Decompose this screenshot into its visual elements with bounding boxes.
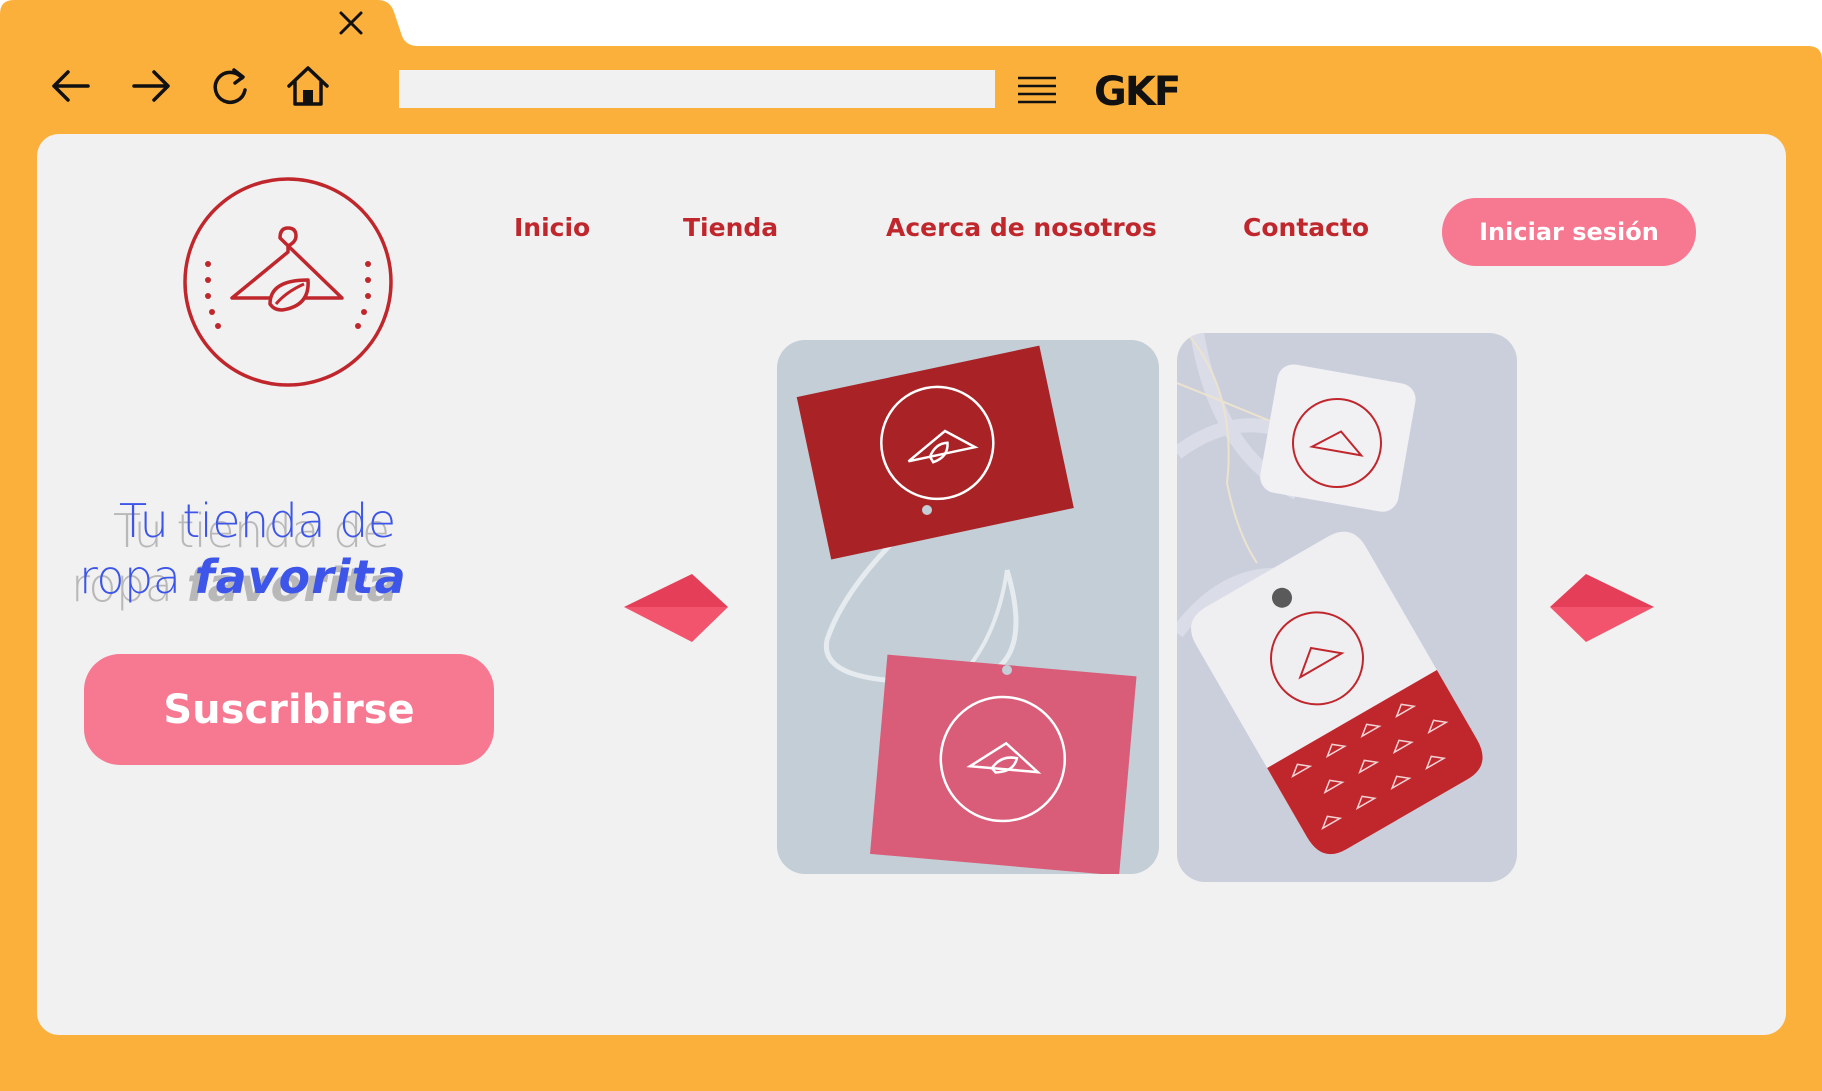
headline-emphasis: favorita [194,550,407,604]
hang-tags-white-pattern-photo[interactable] [1177,333,1517,882]
headline-line-1: Tu tienda de Tu tienda de [113,494,396,558]
nav-item-contacto[interactable]: Contacto [1243,210,1369,246]
arrow-right-icon[interactable] [1550,574,1656,648]
page-viewport: Inicio Tienda Acerca de nosotros Contact… [37,134,1786,1035]
browser-window: GKF Inicio Tienda Acerca de nosotros Con… [0,0,1822,1091]
hero-headline: Tu tienda de Tu tienda de ropa favorita … [71,494,517,612]
login-button[interactable]: Iniciar sesión [1442,198,1696,266]
headline-line-2: ropa favorita ropa favorita [71,550,407,612]
home-icon[interactable] [284,62,332,110]
address-bar[interactable] [399,70,995,108]
nav-item-acerca[interactable]: Acerca de nosotros [886,210,1157,246]
subscribe-button[interactable]: Suscribirse [84,654,494,765]
nav-item-tienda[interactable]: Tienda [683,210,778,246]
forward-arrow-icon[interactable] [128,62,176,110]
hang-tags-red-pink-photo[interactable] [777,340,1159,874]
back-arrow-icon[interactable] [46,62,94,110]
arrow-left-icon[interactable] [624,574,730,648]
menu-icon[interactable] [1016,74,1058,108]
reload-icon[interactable] [206,62,254,110]
hanger-leaf-logo[interactable] [182,176,394,388]
nav-item-inicio[interactable]: Inicio [514,210,590,246]
close-icon[interactable] [336,8,366,38]
headline-line-1-text: Tu tienda de [119,494,396,548]
brand-logo-text: GKF [1094,69,1181,115]
headline-line-2-text: ropa favorita [79,550,407,604]
